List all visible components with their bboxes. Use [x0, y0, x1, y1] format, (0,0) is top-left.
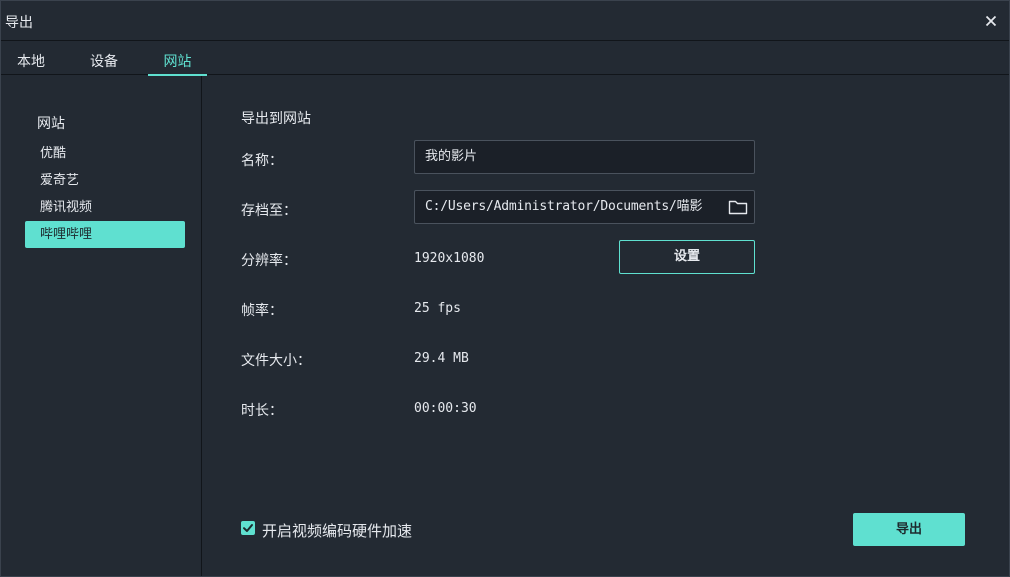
framerate-value: 25 fps: [414, 301, 461, 316]
hw-accel-checkbox[interactable]: [241, 521, 255, 535]
tab-bar: 本地 设备 网站: [1, 42, 1009, 76]
framerate-label: 帧率：: [241, 303, 283, 319]
filesize-label: 文件大小：: [241, 353, 311, 369]
duration-value: 00:00:30: [414, 401, 477, 416]
tab-local[interactable]: 本地: [1, 42, 61, 75]
close-icon: [985, 15, 997, 27]
close-button[interactable]: [981, 11, 1001, 31]
resolution-label: 分辨率：: [241, 253, 297, 269]
settings-button[interactable]: 设置: [619, 240, 755, 274]
tab-website[interactable]: 网站: [148, 42, 207, 76]
sidebar-item-tencent-video[interactable]: 腾讯视频: [25, 194, 185, 221]
main-heading: 导出到网站: [241, 111, 311, 127]
folder-browse-button[interactable]: [728, 198, 748, 216]
folder-icon: [728, 200, 748, 215]
sidebar-item-youku[interactable]: 优酷: [25, 140, 185, 167]
resolution-value: 1920x1080: [414, 251, 485, 266]
window-title: 导出: [5, 15, 33, 31]
export-dialog: 导出 本地 设备 网站 网站 优酷 爱奇艺 腾讯视频 哔哩哔哩 导出到网站 名称…: [0, 0, 1010, 577]
checkmark-icon: [243, 524, 253, 532]
export-button[interactable]: 导出: [853, 513, 965, 546]
path-value: C:/Users/Administrator/Documents/喵影: [425, 199, 703, 214]
duration-label: 时长：: [241, 403, 283, 419]
title-bar: 导出: [1, 1, 1009, 41]
sidebar: 网站 优酷 爱奇艺 腾讯视频 哔哩哔哩: [1, 76, 202, 576]
tab-device[interactable]: 设备: [74, 42, 134, 75]
name-input[interactable]: 我的影片: [414, 140, 755, 174]
hw-accel-label[interactable]: 开启视频编码硬件加速: [262, 520, 412, 541]
name-label: 名称：: [241, 153, 283, 169]
sidebar-item-bilibili[interactable]: 哔哩哔哩: [25, 221, 185, 248]
sidebar-item-iqiyi[interactable]: 爱奇艺: [25, 167, 185, 194]
filesize-value: 29.4 MB: [414, 351, 469, 366]
path-input[interactable]: C:/Users/Administrator/Documents/喵影: [414, 190, 755, 224]
path-label: 存档至：: [241, 203, 297, 219]
sidebar-heading: 网站: [37, 116, 65, 132]
